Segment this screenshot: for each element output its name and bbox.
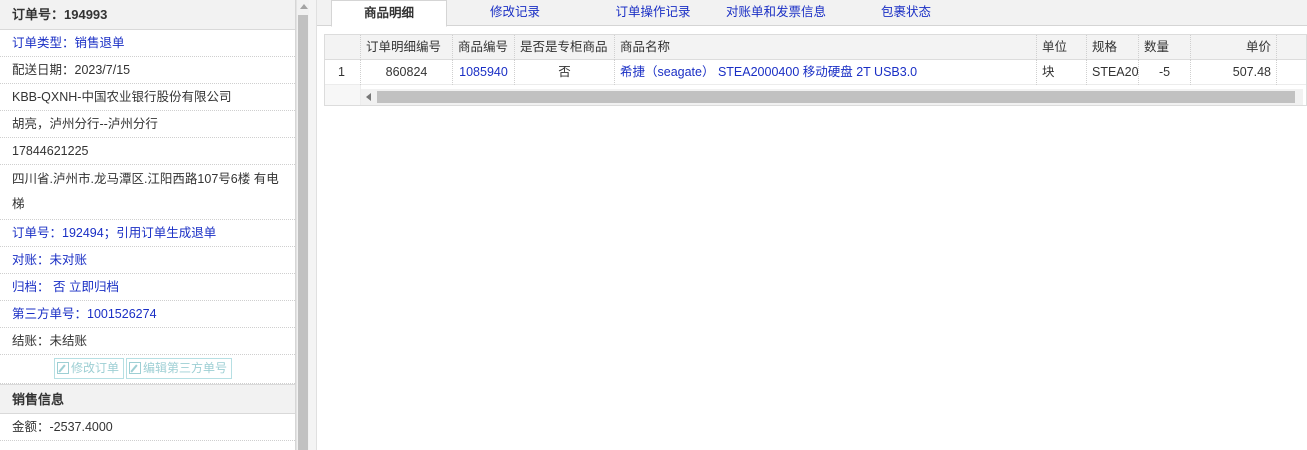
tab-statement-invoice[interactable]: 对账单和发票信息 [713, 0, 839, 26]
cell-unit: 块 [1037, 60, 1087, 85]
order-status-row-0[interactable]: 订单号：192494；引用订单生成退单 [0, 220, 295, 247]
panel-splitter[interactable] [309, 0, 317, 450]
cell-product-name-link[interactable]: 希捷（seagate） STEA2000400 移动硬盘 2T USB3.0 [615, 60, 1037, 85]
order-info-row-1: 配送日期：2023/7/15 [0, 57, 295, 84]
cell-spec: STEA20 [1087, 60, 1139, 85]
tab-package-status[interactable]: 包裹状态 [857, 0, 955, 26]
edit-order-label: 修改订单 [71, 361, 120, 375]
grid-horizontal-scrollbar[interactable] [361, 89, 1303, 105]
detail-tabs: 商品明细 修改记录 订单操作记录 对账单和发票信息 包裹状态 [317, 0, 1307, 27]
row-number: 1 [325, 60, 361, 85]
edit-icon [57, 362, 69, 374]
cell-product-no-link[interactable]: 1085940 [453, 60, 515, 85]
grid-corner [325, 85, 361, 105]
cell-is-counter: 否 [515, 60, 615, 85]
scroll-left-arrow-icon[interactable] [366, 93, 371, 101]
order-info-row-0[interactable]: 订单类型：销售退单 [0, 30, 295, 57]
col-spec[interactable]: 规格 [1087, 35, 1139, 60]
order-info-row-2: KBB-QXNH-中国农业银行股份有限公司 [0, 84, 295, 111]
scroll-up-arrow-icon[interactable] [300, 4, 308, 9]
row-number-header [325, 35, 361, 60]
order-status-row-3[interactable]: 第三方单号：1001526274 [0, 301, 295, 328]
col-detail-no[interactable]: 订单明细编号 [361, 35, 453, 60]
detail-area: 商品明细 修改记录 订单操作记录 对账单和发票信息 包裹状态 订单明细编号 商品… [317, 0, 1307, 450]
scrollbar-thumb[interactable] [298, 15, 308, 450]
cell-price: 507.48 [1191, 60, 1277, 85]
product-grid: 订单明细编号 商品编号 是否是专柜商品 商品名称 单位 规格 数量 单价 1 8… [324, 34, 1307, 106]
order-info-panel: 订单号：194993 订单类型：销售退单 配送日期：2023/7/15 KBB-QX… [0, 0, 296, 450]
left-panel-scrollbar[interactable] [296, 0, 309, 450]
table-row[interactable]: 1 860824 1085940 否 希捷（seagate） STEA20004… [325, 60, 1306, 85]
col-price[interactable]: 单价 [1191, 35, 1277, 60]
col-product-no[interactable]: 商品编号 [453, 35, 515, 60]
edit-third-party-label: 编辑第三方单号 [143, 361, 228, 375]
tab-product-detail[interactable]: 商品明细 [331, 0, 447, 27]
col-is-counter[interactable]: 是否是专柜商品 [515, 35, 615, 60]
order-info-row-3: 胡亮，泸州分行--泸州分行 [0, 111, 295, 138]
order-number-header: 订单号：194993 [0, 0, 295, 30]
grid-header: 订单明细编号 商品编号 是否是专柜商品 商品名称 单位 规格 数量 单价 [325, 35, 1306, 60]
col-qty[interactable]: 数量 [1139, 35, 1191, 60]
col-unit[interactable]: 单位 [1037, 35, 1087, 60]
edit-icon [129, 362, 142, 374]
tab-modify-log[interactable]: 修改记录 [457, 0, 573, 26]
edit-order-button[interactable]: 修改订单 [54, 358, 125, 379]
sales-info-header: 销售信息 [0, 384, 295, 414]
cell-detail-no: 860824 [361, 60, 453, 85]
order-status-row-1[interactable]: 对账：未对账 [0, 247, 295, 274]
order-status-row-4: 结账：未结账 [0, 328, 295, 355]
order-info-row-4: 17844621225 [0, 138, 295, 165]
edit-third-party-button[interactable]: 编辑第三方单号 [126, 358, 233, 379]
scrollbar-thumb[interactable] [377, 91, 1295, 103]
order-actions: 修改订单 编辑第三方单号 [0, 355, 295, 384]
order-status-row-2[interactable]: 归档： 否 立即归档 [0, 274, 295, 301]
tab-order-operation-log[interactable]: 订单操作记录 [593, 0, 713, 26]
cell-qty: -5 [1139, 60, 1191, 85]
col-product-name[interactable]: 商品名称 [615, 35, 1037, 60]
delivery-address: 四川省.泸州市.龙马潭区.江阳西路107号6楼 有电梯 [0, 165, 295, 220]
amount-row: 金额：-2537.4000 [0, 414, 295, 441]
